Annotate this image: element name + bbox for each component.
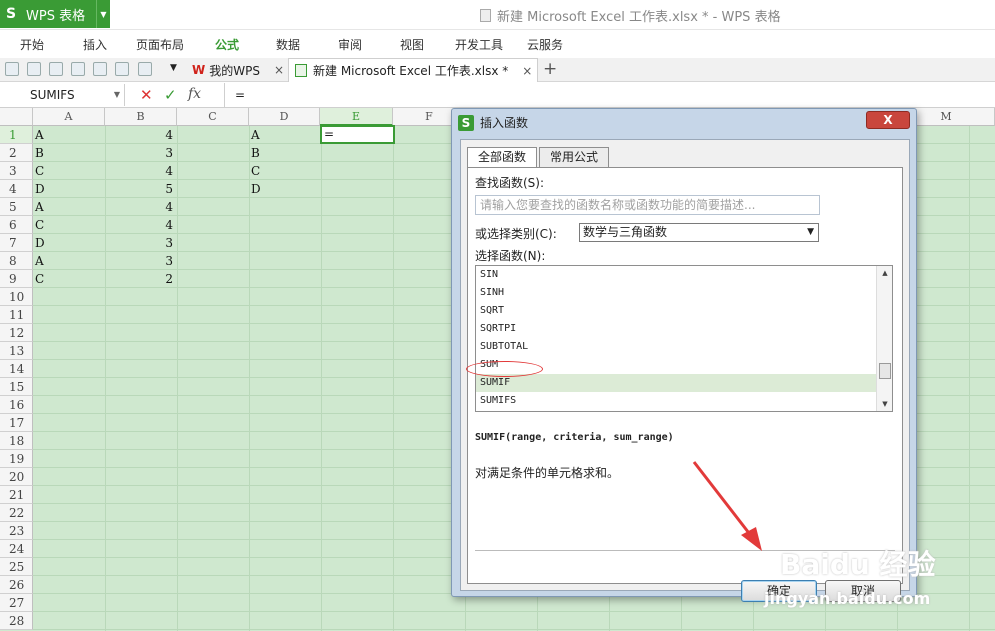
watermark-logo: Baidu 经验 <box>780 548 936 581</box>
annotation-arrow-icon <box>692 461 762 551</box>
watermark-url: jingyan.baidu.com <box>764 589 931 608</box>
